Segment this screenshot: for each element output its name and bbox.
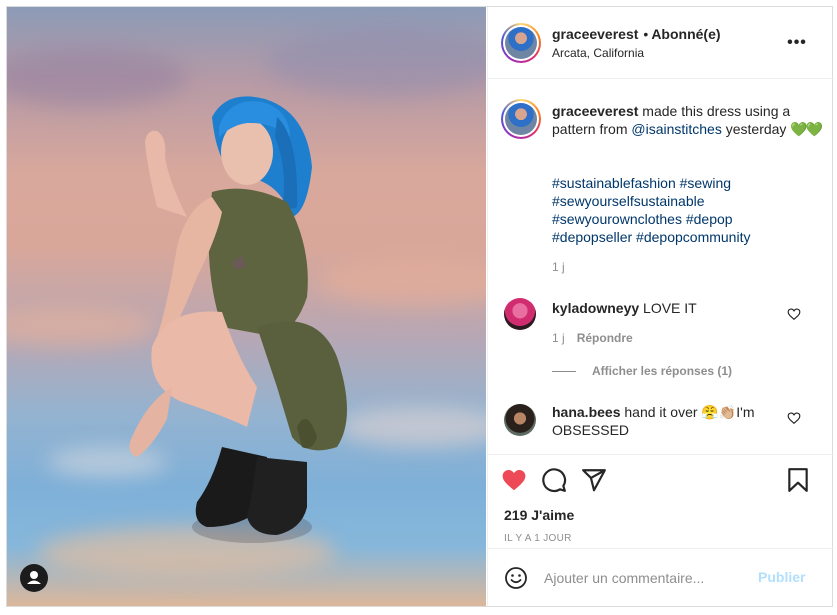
caption-mention-link[interactable]: @isainstitches — [631, 121, 721, 137]
caption-text-end: yesterday — [721, 121, 791, 137]
comment-text: LOVE IT — [639, 300, 697, 316]
comment-meta: 1 j Répondre — [552, 331, 633, 345]
view-replies-label: Afficher les réponses (1) — [592, 364, 733, 378]
likes-count[interactable]: 219 J'aime — [504, 507, 574, 523]
person-figure — [129, 96, 347, 543]
comment-username[interactable]: kyladowneyy — [552, 300, 639, 316]
author-avatar[interactable] — [501, 23, 541, 63]
reply-button[interactable]: Répondre — [577, 331, 633, 345]
comment-input[interactable] — [544, 567, 754, 589]
post-card: graceeverest • Abonné(e) Arcata, Californi… — [6, 6, 834, 607]
tagged-user-button[interactable] — [20, 564, 48, 592]
caption-username[interactable]: graceeverest — [552, 103, 638, 119]
add-comment-bar: Publier — [488, 548, 834, 606]
post-location[interactable]: Arcata, California — [552, 46, 644, 60]
post-photo[interactable] — [7, 7, 486, 606]
post-details-panel: graceeverest • Abonné(e) Arcata, Californi… — [487, 7, 834, 606]
commenter-avatar[interactable] — [504, 404, 536, 436]
comment-username[interactable]: hana.bees — [552, 404, 620, 420]
post-header: graceeverest • Abonné(e) Arcata, Californi… — [488, 7, 834, 79]
like-heart-icon[interactable] — [501, 467, 527, 493]
hashtag-line[interactable]: #sewyourownclothes #depop — [552, 210, 822, 228]
comment-like-heart-icon[interactable] — [787, 307, 801, 321]
post-caption: graceeverest made this dress using a pat… — [552, 102, 823, 138]
view-replies-button[interactable]: Afficher les réponses (1) — [552, 364, 732, 378]
replies-divider-line — [552, 370, 576, 372]
commenter-avatar[interactable] — [504, 298, 536, 330]
hashtag-line[interactable]: #sewyourselfsustainable — [552, 192, 822, 210]
post-timestamp[interactable]: Il y a 1 jour — [504, 533, 572, 544]
comment-emoji: 😤👏🏼 — [701, 404, 737, 420]
author-username[interactable]: graceeverest — [552, 26, 638, 42]
post-comment-button[interactable]: Publier — [758, 569, 805, 585]
comment-text: hand it over — [620, 404, 702, 420]
emoji-smile-icon[interactable] — [504, 566, 528, 590]
comment-like-heart-icon[interactable] — [787, 411, 801, 425]
person-icon — [27, 571, 41, 584]
comment-item: kyladowneyy LOVE IT — [552, 299, 792, 317]
comment-icon[interactable] — [541, 467, 567, 493]
caption-timestamp[interactable]: 1 j — [552, 260, 565, 274]
separator-dot: • — [643, 26, 649, 42]
follow-status-button[interactable]: Abonné(e) — [651, 26, 720, 42]
header-title: graceeverest • Abonné(e) — [552, 26, 721, 42]
caption-author-avatar[interactable] — [501, 99, 541, 139]
share-send-icon[interactable] — [581, 467, 607, 493]
more-options-icon[interactable]: ••• — [785, 35, 809, 51]
hashtag-line[interactable]: #depopseller #depopcommunity — [552, 228, 822, 246]
comment-time[interactable]: 1 j — [552, 331, 565, 345]
hashtag-line[interactable]: #sustainablefashion #sewing — [552, 174, 822, 192]
comment-item: hana.bees hand it over 😤👏🏼I'm OBSESSED — [552, 403, 792, 439]
post-actions: 219 J'aime Il y a 1 jour — [488, 454, 834, 548]
save-bookmark-icon[interactable] — [785, 467, 811, 493]
green-heart-emoji: 💚💚 — [790, 121, 823, 137]
caption-hashtags: #sustainablefashion #sewing #sewyourself… — [552, 174, 822, 246]
